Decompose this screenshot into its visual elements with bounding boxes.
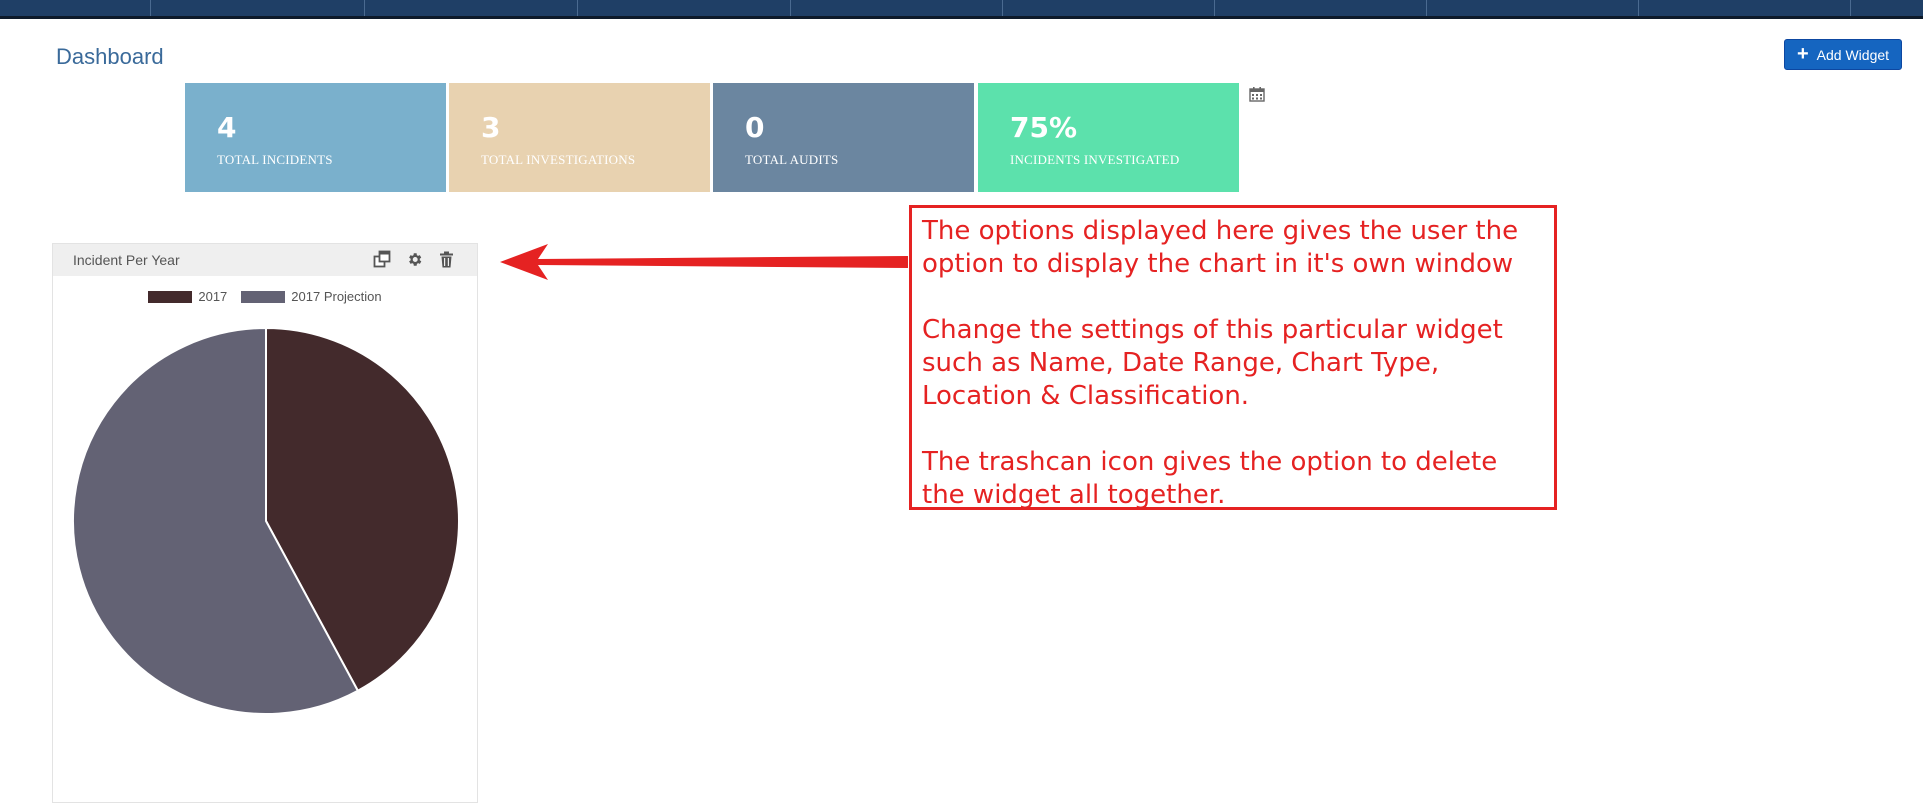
legend-swatch (148, 290, 193, 303)
calendar-icon[interactable] (1249, 86, 1265, 102)
trash-icon[interactable] (435, 248, 457, 270)
annotation-text: The trashcan icon gives the option to de… (922, 447, 1498, 510)
gear-icon[interactable] (403, 248, 425, 270)
stat-card-total-audits[interactable]: 0 TOTAL AUDITS (713, 83, 974, 192)
stat-value: 4 (217, 111, 237, 144)
top-navigation-bar (0, 0, 1923, 19)
widget-toolbar (371, 248, 457, 270)
widget-title: Incident Per Year (73, 252, 180, 268)
annotation-text: Change the settings of this particular w… (922, 315, 1503, 411)
stat-label: INCIDENTS INVESTIGATED (1010, 152, 1180, 167)
stat-value: 3 (481, 111, 501, 144)
legend-label: 2017 Projection (291, 289, 382, 304)
legend-label: 2017 (198, 289, 228, 304)
stat-card-total-incidents[interactable]: 4 TOTAL INCIDENTS (185, 83, 446, 192)
annotation-callout: The options displayed here gives the use… (909, 205, 1557, 510)
legend-item[interactable]: 2017 Projection (241, 289, 382, 304)
page-title: Dashboard (56, 44, 164, 69)
stat-label: TOTAL INCIDENTS (217, 152, 333, 167)
pie-chart (72, 326, 460, 715)
stat-value: 0 (745, 111, 765, 144)
stat-label: TOTAL INVESTIGATIONS (481, 152, 636, 167)
widget-header: Incident Per Year (53, 244, 477, 276)
chart-widget: Incident Per Year 2017 2017 Projection (52, 243, 478, 803)
add-widget-button[interactable]: + Add Widget (1784, 39, 1902, 70)
stat-card-incidents-investigated[interactable]: 75% INCIDENTS INVESTIGATED (978, 83, 1239, 192)
plus-icon: + (1796, 42, 1809, 65)
add-widget-label: Add Widget (1816, 46, 1890, 63)
legend-swatch (241, 290, 286, 303)
chart-legend: 2017 2017 Projection (53, 289, 477, 304)
annotation-text: The options displayed here gives the use… (922, 216, 1519, 279)
popout-icon[interactable] (371, 248, 393, 270)
stat-value: 75% (1010, 111, 1078, 144)
annotation-arrow (500, 244, 908, 280)
stat-card-total-investigations[interactable]: 3 TOTAL INVESTIGATIONS (449, 83, 710, 192)
stat-label: TOTAL AUDITS (745, 152, 839, 167)
legend-item[interactable]: 2017 (148, 289, 227, 304)
